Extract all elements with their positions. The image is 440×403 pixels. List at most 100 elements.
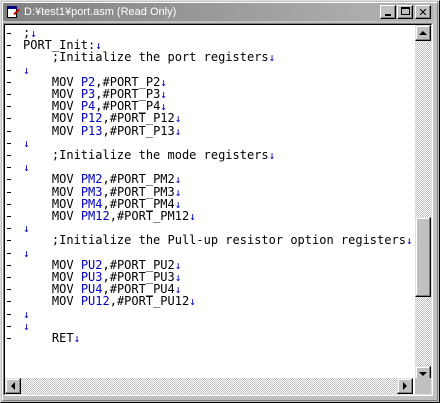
code-line: MOV PM3,#PORT_PM3↓ bbox=[5, 186, 405, 198]
code-statement: ;Initialize the Pull-up resistor option … bbox=[51, 233, 406, 248]
code-line: ;↓ bbox=[5, 27, 405, 40]
code-text: RET↓ bbox=[23, 332, 80, 345]
newline-marker-icon: ↓ bbox=[23, 307, 30, 321]
newline-marker-icon: ↓ bbox=[268, 149, 276, 162]
editor-frame: ;↓ PORT_Init:↓ ;Initialize the port regis… bbox=[4, 24, 432, 395]
newline-marker-icon: ↓ bbox=[174, 258, 182, 272]
newline-marker-icon: ↓ bbox=[174, 173, 182, 187]
code-line: MOV PM4,#PORT_PM4↓ bbox=[5, 198, 405, 210]
line-tick-mark bbox=[7, 69, 11, 71]
line-tick-mark bbox=[7, 228, 11, 230]
code-line: MOV PM12,#PORT_PM12↓ bbox=[5, 210, 405, 223]
newline-marker-icon: ↓ bbox=[405, 234, 413, 248]
newline-marker-icon: ↓ bbox=[174, 112, 182, 126]
minimize-icon bbox=[385, 14, 391, 16]
code-text: ;Initialize the port registers↓ bbox=[23, 51, 275, 64]
line-tick-mark bbox=[7, 167, 11, 169]
horizontal-scrollbar[interactable] bbox=[5, 378, 413, 394]
vertical-scrollbar[interactable] bbox=[415, 25, 431, 382]
code-text: MOV P13,#PORT_P13↓ bbox=[23, 125, 181, 138]
newline-marker-icon: ↓ bbox=[160, 75, 167, 89]
code-line: ;Initialize the mode registers↓ bbox=[5, 149, 405, 162]
line-tick-mark bbox=[7, 301, 11, 303]
maximize-button[interactable] bbox=[397, 5, 413, 19]
register-name: P13 bbox=[80, 123, 103, 138]
scroll-left-arrow-icon bbox=[11, 382, 15, 390]
scroll-up-button[interactable] bbox=[415, 25, 431, 41]
code-text: ;Initialize the mode registers↓ bbox=[23, 149, 275, 162]
code-line: MOV PU2,#PORT_PU2↓ bbox=[5, 259, 405, 271]
line-tick-mark bbox=[7, 191, 11, 193]
line-tick-mark bbox=[7, 94, 11, 95]
line-tick-mark bbox=[7, 264, 11, 266]
close-button[interactable]: ✕ bbox=[415, 5, 431, 19]
maximize-icon bbox=[401, 7, 410, 15]
newline-marker-icon: ↓ bbox=[268, 51, 276, 65]
code-line: MOV PM2,#PORT_PM2↓ bbox=[5, 173, 405, 187]
line-tick-mark bbox=[7, 130, 11, 132]
code-text: MOV PM12,#PORT_PM12↓ bbox=[23, 210, 196, 223]
code-text: MOV PU12,#PORT_PU12↓ bbox=[23, 295, 196, 308]
code-line: MOV P3,#PORT_P3↓ bbox=[5, 88, 405, 101]
code-line: ↓ bbox=[5, 320, 405, 332]
line-tick-mark bbox=[7, 155, 11, 156]
code-line: ↓ bbox=[5, 137, 405, 149]
newline-marker-icon: ↓ bbox=[189, 295, 196, 309]
scroll-up-arrow-icon bbox=[419, 31, 427, 35]
code-line: MOV P13,#PORT_P13↓ bbox=[5, 125, 405, 137]
line-tick-mark bbox=[7, 252, 11, 254]
register-name: PU12 bbox=[80, 294, 110, 309]
scroll-right-button[interactable] bbox=[397, 378, 413, 394]
mnemonic: MOV bbox=[51, 294, 81, 309]
code-line: MOV P2,#PORT_P2↓ bbox=[5, 76, 405, 88]
newline-marker-icon: ↓ bbox=[189, 210, 196, 223]
vertical-scroll-thumb[interactable] bbox=[415, 217, 431, 298]
title-buttons: ✕ bbox=[379, 5, 431, 19]
line-tick-mark bbox=[7, 277, 11, 278]
line-tick-mark bbox=[7, 142, 11, 144]
operand: ,#PORT_P13 bbox=[102, 123, 175, 138]
code-line: MOV PU4,#PORT_PU4↓ bbox=[5, 283, 405, 296]
code-line: ↓ bbox=[5, 222, 405, 235]
minimize-button[interactable] bbox=[380, 5, 396, 19]
mnemonic: MOV bbox=[51, 123, 81, 138]
code-line: MOV PU12,#PORT_PU12↓ bbox=[5, 295, 405, 308]
code-statement: ;Initialize the port registers bbox=[51, 50, 269, 65]
document-icon[interactable] bbox=[6, 5, 20, 19]
newline-marker-icon: ↓ bbox=[174, 124, 182, 138]
code-line: MOV PU3,#PORT_PU3↓ bbox=[5, 271, 405, 284]
scroll-left-button[interactable] bbox=[5, 378, 21, 394]
scroll-right-arrow-icon bbox=[403, 382, 407, 390]
line-tick-mark bbox=[7, 33, 11, 34]
line-tick-mark bbox=[7, 325, 11, 327]
code-editor[interactable]: ;↓ PORT_Init:↓ ;Initialize the port regis… bbox=[5, 25, 413, 382]
code-statement: ;Initialize the mode registers bbox=[51, 148, 269, 162]
line-tick-mark bbox=[7, 179, 11, 181]
code-statement: RET bbox=[51, 331, 74, 345]
line-tick-mark bbox=[7, 240, 11, 242]
line-tick-mark bbox=[7, 81, 11, 83]
code-line: ↓ bbox=[5, 247, 405, 259]
code-line: ;Initialize the Pull-up resistor option … bbox=[5, 233, 413, 248]
mnemonic: MOV bbox=[51, 209, 81, 223]
code-line: RET↓ bbox=[5, 332, 405, 345]
line-tick-mark bbox=[7, 313, 11, 315]
close-icon: ✕ bbox=[418, 5, 428, 19]
code-line: ↓ bbox=[5, 161, 405, 174]
line-tick-mark bbox=[7, 203, 11, 205]
register-name: PM12 bbox=[80, 209, 110, 223]
code-line: MOV P12,#PORT_P12↓ bbox=[5, 112, 405, 126]
code-line: ;Initialize the port registers↓ bbox=[5, 51, 405, 64]
line-tick-mark bbox=[7, 289, 11, 291]
operand: ,#PORT_PM12 bbox=[109, 209, 190, 223]
line-tick-mark bbox=[7, 118, 11, 120]
title-bar[interactable]: D:¥test1¥port.asm (Read Only) ✕ bbox=[3, 3, 433, 21]
line-tick-mark bbox=[7, 338, 11, 339]
